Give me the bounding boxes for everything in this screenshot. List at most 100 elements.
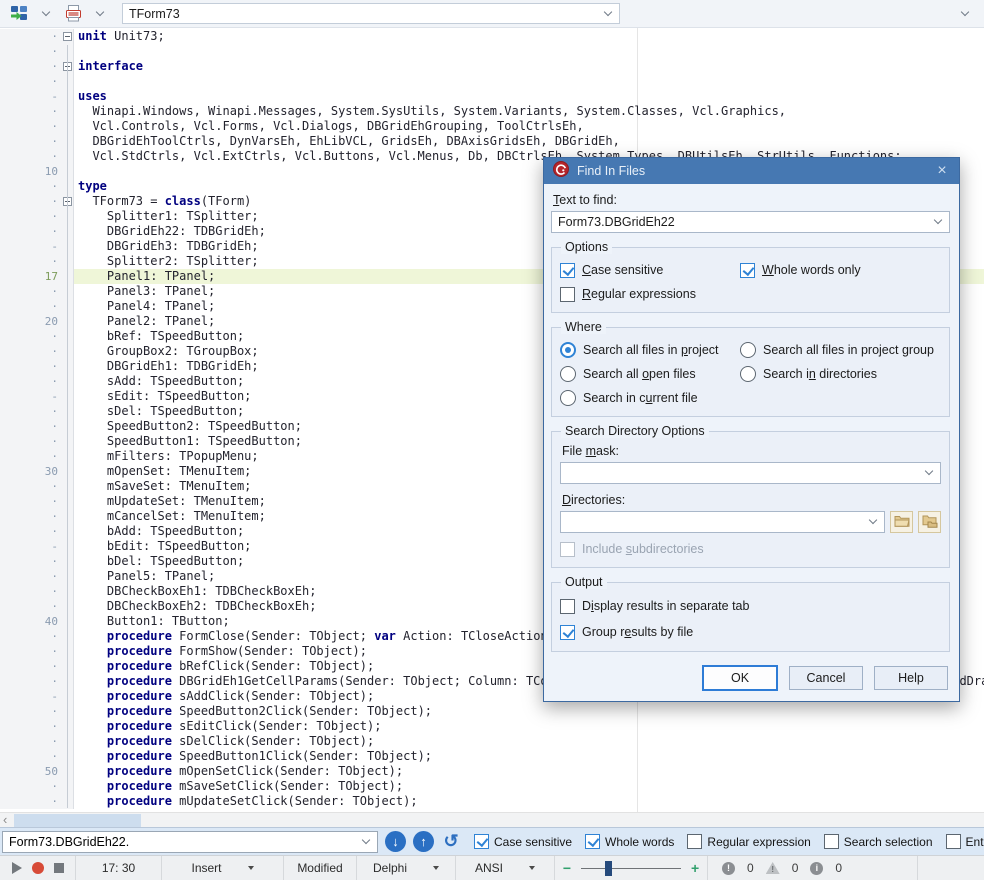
fold-margin[interactable] (62, 119, 74, 134)
fold-margin[interactable] (62, 44, 74, 59)
restart-search-button[interactable]: ↺ (441, 831, 461, 852)
fold-margin[interactable] (62, 344, 74, 359)
fold-margin[interactable] (62, 164, 74, 179)
fold-margin[interactable] (62, 479, 74, 494)
regex-option[interactable]: Regular expressions (560, 282, 740, 306)
gutter-marker[interactable]: - (0, 389, 62, 404)
scroll-left-arrow-icon[interactable]: ‹ (3, 812, 7, 827)
gutter-marker[interactable]: · (0, 374, 62, 389)
sb-entire-scope-option[interactable]: Entire scope (946, 834, 984, 849)
sb-case-sensitive-checkbox[interactable] (474, 834, 489, 849)
search-project-option[interactable]: Search all files in project (560, 338, 740, 362)
gutter-marker[interactable]: · (0, 149, 62, 164)
browse-folder-button[interactable] (890, 511, 913, 533)
fold-margin[interactable] (62, 239, 74, 254)
ok-button[interactable]: OK (702, 665, 778, 691)
module-dropdown-chevron-icon[interactable] (35, 3, 57, 25)
sb-whole-words-checkbox[interactable] (585, 834, 600, 849)
search-project-group-option[interactable]: Search all files in project group (740, 338, 941, 362)
fold-margin[interactable] (62, 464, 74, 479)
fold-margin[interactable] (62, 524, 74, 539)
search-project-group-radio[interactable] (740, 342, 756, 358)
gutter-marker[interactable]: - (0, 539, 62, 554)
module-icon[interactable] (8, 3, 30, 25)
gutter-marker[interactable]: · (0, 179, 62, 194)
zoom-in-button[interactable]: + (691, 860, 699, 876)
fold-margin[interactable] (62, 569, 74, 584)
fold-margin[interactable] (62, 314, 74, 329)
sb-search-selection-checkbox[interactable] (824, 834, 839, 849)
search-input[interactable]: Form73.DBGridEh22. (2, 831, 378, 853)
gutter-marker[interactable]: · (0, 29, 62, 44)
insert-mode-selector[interactable]: Insert (162, 856, 284, 880)
separate-tab-checkbox[interactable] (560, 599, 575, 614)
fold-margin[interactable] (62, 689, 74, 704)
fold-margin[interactable] (62, 359, 74, 374)
fold-margin[interactable] (62, 704, 74, 719)
fold-margin[interactable] (62, 134, 74, 149)
group-by-file-checkbox[interactable] (560, 625, 575, 640)
separate-tab-option[interactable]: Display results in separate tab (560, 593, 941, 619)
directories-combo[interactable] (560, 511, 885, 533)
gutter-marker[interactable]: · (0, 494, 62, 509)
fold-margin[interactable] (62, 254, 74, 269)
close-icon[interactable]: × (934, 163, 950, 179)
search-current-file-radio[interactable] (560, 390, 576, 406)
gutter-marker[interactable]: · (0, 254, 62, 269)
fold-margin[interactable] (62, 449, 74, 464)
sb-whole-words-option[interactable]: Whole words (585, 834, 674, 849)
zoom-slider-thumb[interactable] (605, 861, 612, 876)
gutter-marker[interactable]: · (0, 659, 62, 674)
group-by-file-option[interactable]: Group results by file (560, 619, 941, 645)
gutter-marker[interactable]: · (0, 479, 62, 494)
gutter-marker[interactable]: · (0, 749, 62, 764)
gutter-marker[interactable]: - (0, 89, 62, 104)
search-directories-radio[interactable] (740, 366, 756, 382)
search-open-files-option[interactable]: Search all open files (560, 362, 740, 386)
gutter-marker[interactable]: - (0, 689, 62, 704)
gutter-marker[interactable]: · (0, 644, 62, 659)
case-sensitive-option[interactable]: Case sensitive (560, 258, 740, 282)
gutter-marker[interactable]: · (0, 509, 62, 524)
sb-entire-scope-checkbox[interactable] (946, 834, 961, 849)
fold-margin[interactable] (62, 719, 74, 734)
gutter-marker[interactable]: 50 (0, 764, 62, 779)
gutter-marker[interactable]: · (0, 524, 62, 539)
record-icon[interactable] (32, 862, 44, 874)
gutter-marker[interactable]: · (0, 224, 62, 239)
whole-words-checkbox[interactable] (740, 263, 755, 278)
fold-margin[interactable] (62, 734, 74, 749)
fold-margin[interactable] (62, 419, 74, 434)
gutter-marker[interactable]: 17 (0, 269, 62, 284)
gutter-marker[interactable]: · (0, 584, 62, 599)
fold-margin[interactable] (62, 539, 74, 554)
gutter-marker[interactable]: · (0, 674, 62, 689)
gutter-marker[interactable]: · (0, 359, 62, 374)
fold-margin[interactable] (62, 194, 74, 209)
text-to-find-combo[interactable]: Form73.DBGridEh22 (551, 211, 950, 233)
zoom-out-button[interactable]: − (563, 860, 571, 876)
gutter-marker[interactable]: · (0, 599, 62, 614)
gutter-marker[interactable]: · (0, 704, 62, 719)
gutter-marker[interactable]: · (0, 59, 62, 74)
gutter-marker[interactable]: · (0, 344, 62, 359)
help-button[interactable]: Help (874, 666, 948, 690)
gutter-marker[interactable]: 20 (0, 314, 62, 329)
encoding-selector[interactable]: ANSI (456, 856, 555, 880)
gutter-marker[interactable]: · (0, 329, 62, 344)
file-mask-combo[interactable] (560, 462, 941, 484)
play-icon[interactable] (12, 862, 22, 874)
print-dropdown-chevron-icon[interactable] (89, 3, 111, 25)
whole-words-option[interactable]: Whole words only (740, 258, 941, 282)
gutter-marker[interactable]: · (0, 284, 62, 299)
gutter-marker[interactable]: 30 (0, 464, 62, 479)
toolbar-overflow-chevron-icon[interactable] (954, 3, 976, 25)
fold-margin[interactable] (62, 659, 74, 674)
gutter-marker[interactable]: · (0, 434, 62, 449)
fold-margin[interactable] (62, 74, 74, 89)
gutter-marker[interactable]: · (0, 299, 62, 314)
gutter-marker[interactable]: · (0, 194, 62, 209)
gutter-marker[interactable]: · (0, 404, 62, 419)
fold-margin[interactable] (62, 224, 74, 239)
fold-margin[interactable] (62, 299, 74, 314)
